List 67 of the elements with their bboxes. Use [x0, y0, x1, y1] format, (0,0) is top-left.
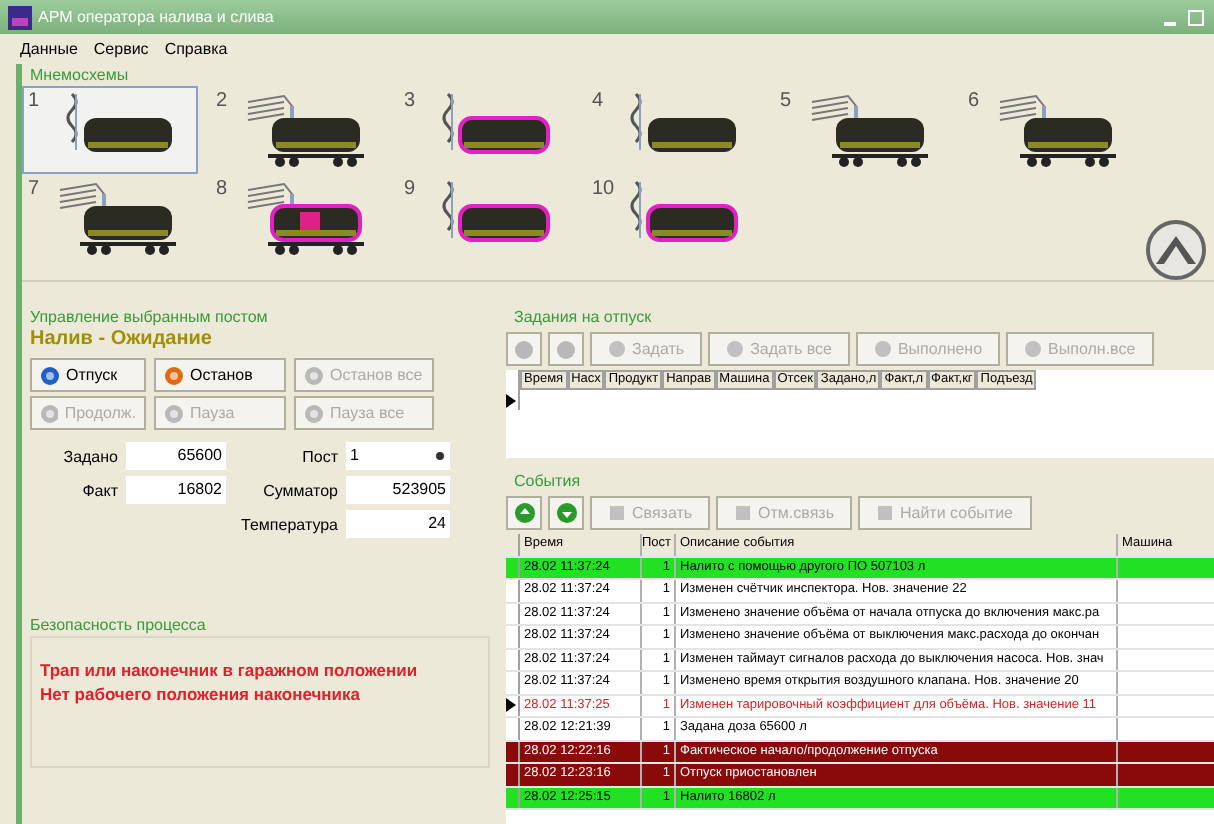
dropdown-icon: [434, 450, 446, 462]
tank-cell[interactable]: 6: [962, 86, 1138, 174]
circle-icon: [1024, 340, 1043, 358]
status-text: Налив - Ожидание: [28, 328, 214, 354]
circle-icon: [40, 403, 59, 423]
tank-number: 3: [404, 90, 418, 112]
tank-number: 5: [780, 90, 794, 112]
logo-icon: [1146, 220, 1206, 280]
square-icon: [875, 504, 894, 522]
field-label: Пост: [300, 447, 338, 465]
alarm-message: Нет рабочего положения наконечника: [40, 682, 362, 706]
down-button[interactable]: [548, 496, 584, 530]
circle-icon: [164, 403, 184, 423]
circle-icon: [608, 340, 626, 358]
field-label: Факт: [80, 481, 118, 499]
circle-icon: [304, 403, 324, 423]
field-label: Сумматор: [261, 481, 338, 499]
field-label: Задано: [61, 447, 118, 465]
circle-icon: [514, 339, 534, 359]
tank-number: 7: [28, 178, 42, 200]
tank-number: 6: [968, 90, 982, 112]
section-title: Безопасность процесса: [28, 614, 208, 636]
square-icon: [734, 504, 753, 522]
tank-number: 10: [592, 178, 617, 200]
section-title: Мнемосхемы: [28, 64, 131, 86]
circle-icon: [726, 340, 745, 358]
temperature-field[interactable]: 24: [346, 510, 450, 538]
dose-field[interactable]: 65600: [126, 442, 226, 470]
tank-cell[interactable]: 10: [586, 174, 762, 262]
square-icon: [608, 504, 626, 522]
control-button[interactable]: Останов: [154, 358, 286, 392]
section-title: Задания на отпуск: [512, 306, 654, 328]
tank-cell[interactable]: 5: [774, 86, 950, 174]
tank-number: 8: [216, 178, 230, 200]
row-pointer-icon: [506, 698, 516, 713]
menu-item[interactable]: Справка: [164, 40, 228, 58]
tank-number: 2: [216, 90, 230, 112]
total-field[interactable]: 523905: [346, 476, 450, 504]
tank-number: 4: [592, 90, 606, 112]
tank-cell[interactable]: 8: [210, 174, 386, 262]
tank-number: 1: [28, 90, 42, 112]
tank-cell[interactable]: 2: [210, 86, 386, 174]
circle-icon: [164, 365, 184, 385]
tank-cell[interactable]: 1: [22, 86, 198, 174]
menu-item[interactable]: Данные: [20, 40, 78, 58]
tank-cell[interactable]: 3: [398, 86, 574, 174]
field-label: Температура: [239, 515, 338, 533]
menu-item[interactable]: Сервис: [93, 40, 149, 58]
tank-cell[interactable]: 7: [22, 174, 198, 262]
tank-number: 9: [404, 178, 418, 200]
circle-icon: [556, 339, 576, 359]
circle-icon: [40, 365, 60, 385]
circle-icon: [873, 340, 892, 358]
up-button[interactable]: [506, 496, 542, 530]
section-title: Управление выбранным постом: [28, 306, 270, 328]
row-pointer-icon: [506, 393, 516, 407]
tank-cell[interactable]: 9: [398, 174, 574, 262]
control-button[interactable]: Отпуск: [30, 358, 146, 392]
fact-field[interactable]: 16802: [126, 476, 226, 504]
window-title: АРМ оператора налива и слива: [38, 8, 274, 26]
maximize-icon[interactable]: [1186, 7, 1206, 27]
section-title: События: [512, 470, 583, 492]
circle-icon: [304, 365, 324, 385]
post-dropdown[interactable]: 1: [346, 442, 450, 470]
app-icon: [8, 5, 32, 29]
tank-cell[interactable]: 4: [586, 86, 762, 174]
alarm-message: Трап или наконечник в гаражном положении: [40, 658, 420, 682]
